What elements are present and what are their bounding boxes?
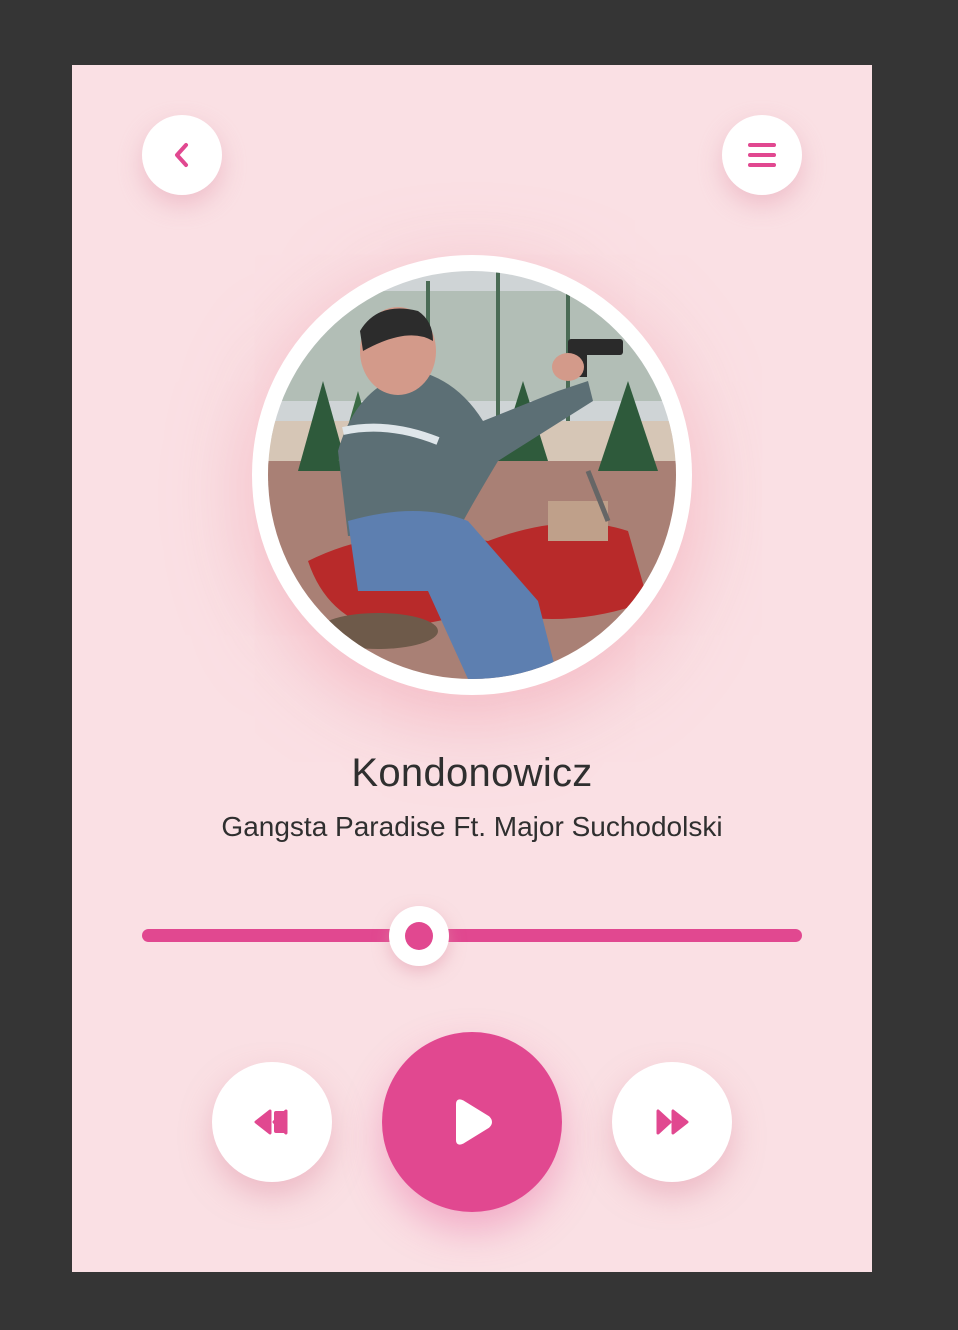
player-card: Kondonowicz Gangsta Paradise Ft. Major S… [72, 65, 872, 1272]
fast-forward-button[interactable] [612, 1062, 732, 1182]
play-button[interactable] [382, 1032, 562, 1212]
album-art-frame [252, 255, 692, 695]
play-icon [456, 1099, 492, 1145]
menu-button[interactable] [722, 115, 802, 195]
rewind-button[interactable] [212, 1062, 332, 1182]
rewind-icon [254, 1109, 288, 1135]
progress-bar[interactable] [142, 905, 802, 966]
album-cover-image [268, 271, 676, 679]
progress-slider-dot [405, 921, 434, 950]
hamburger-menu-icon [748, 143, 776, 167]
track-artist: Gangsta Paradise Ft. Major Suchodolski [221, 811, 723, 842]
track-title: Kondonowicz [351, 751, 593, 795]
back-button[interactable] [142, 115, 222, 195]
chevron-left-icon [175, 143, 188, 167]
fast-forward-icon [656, 1109, 689, 1135]
progress-slider-handle[interactable] [389, 905, 450, 966]
